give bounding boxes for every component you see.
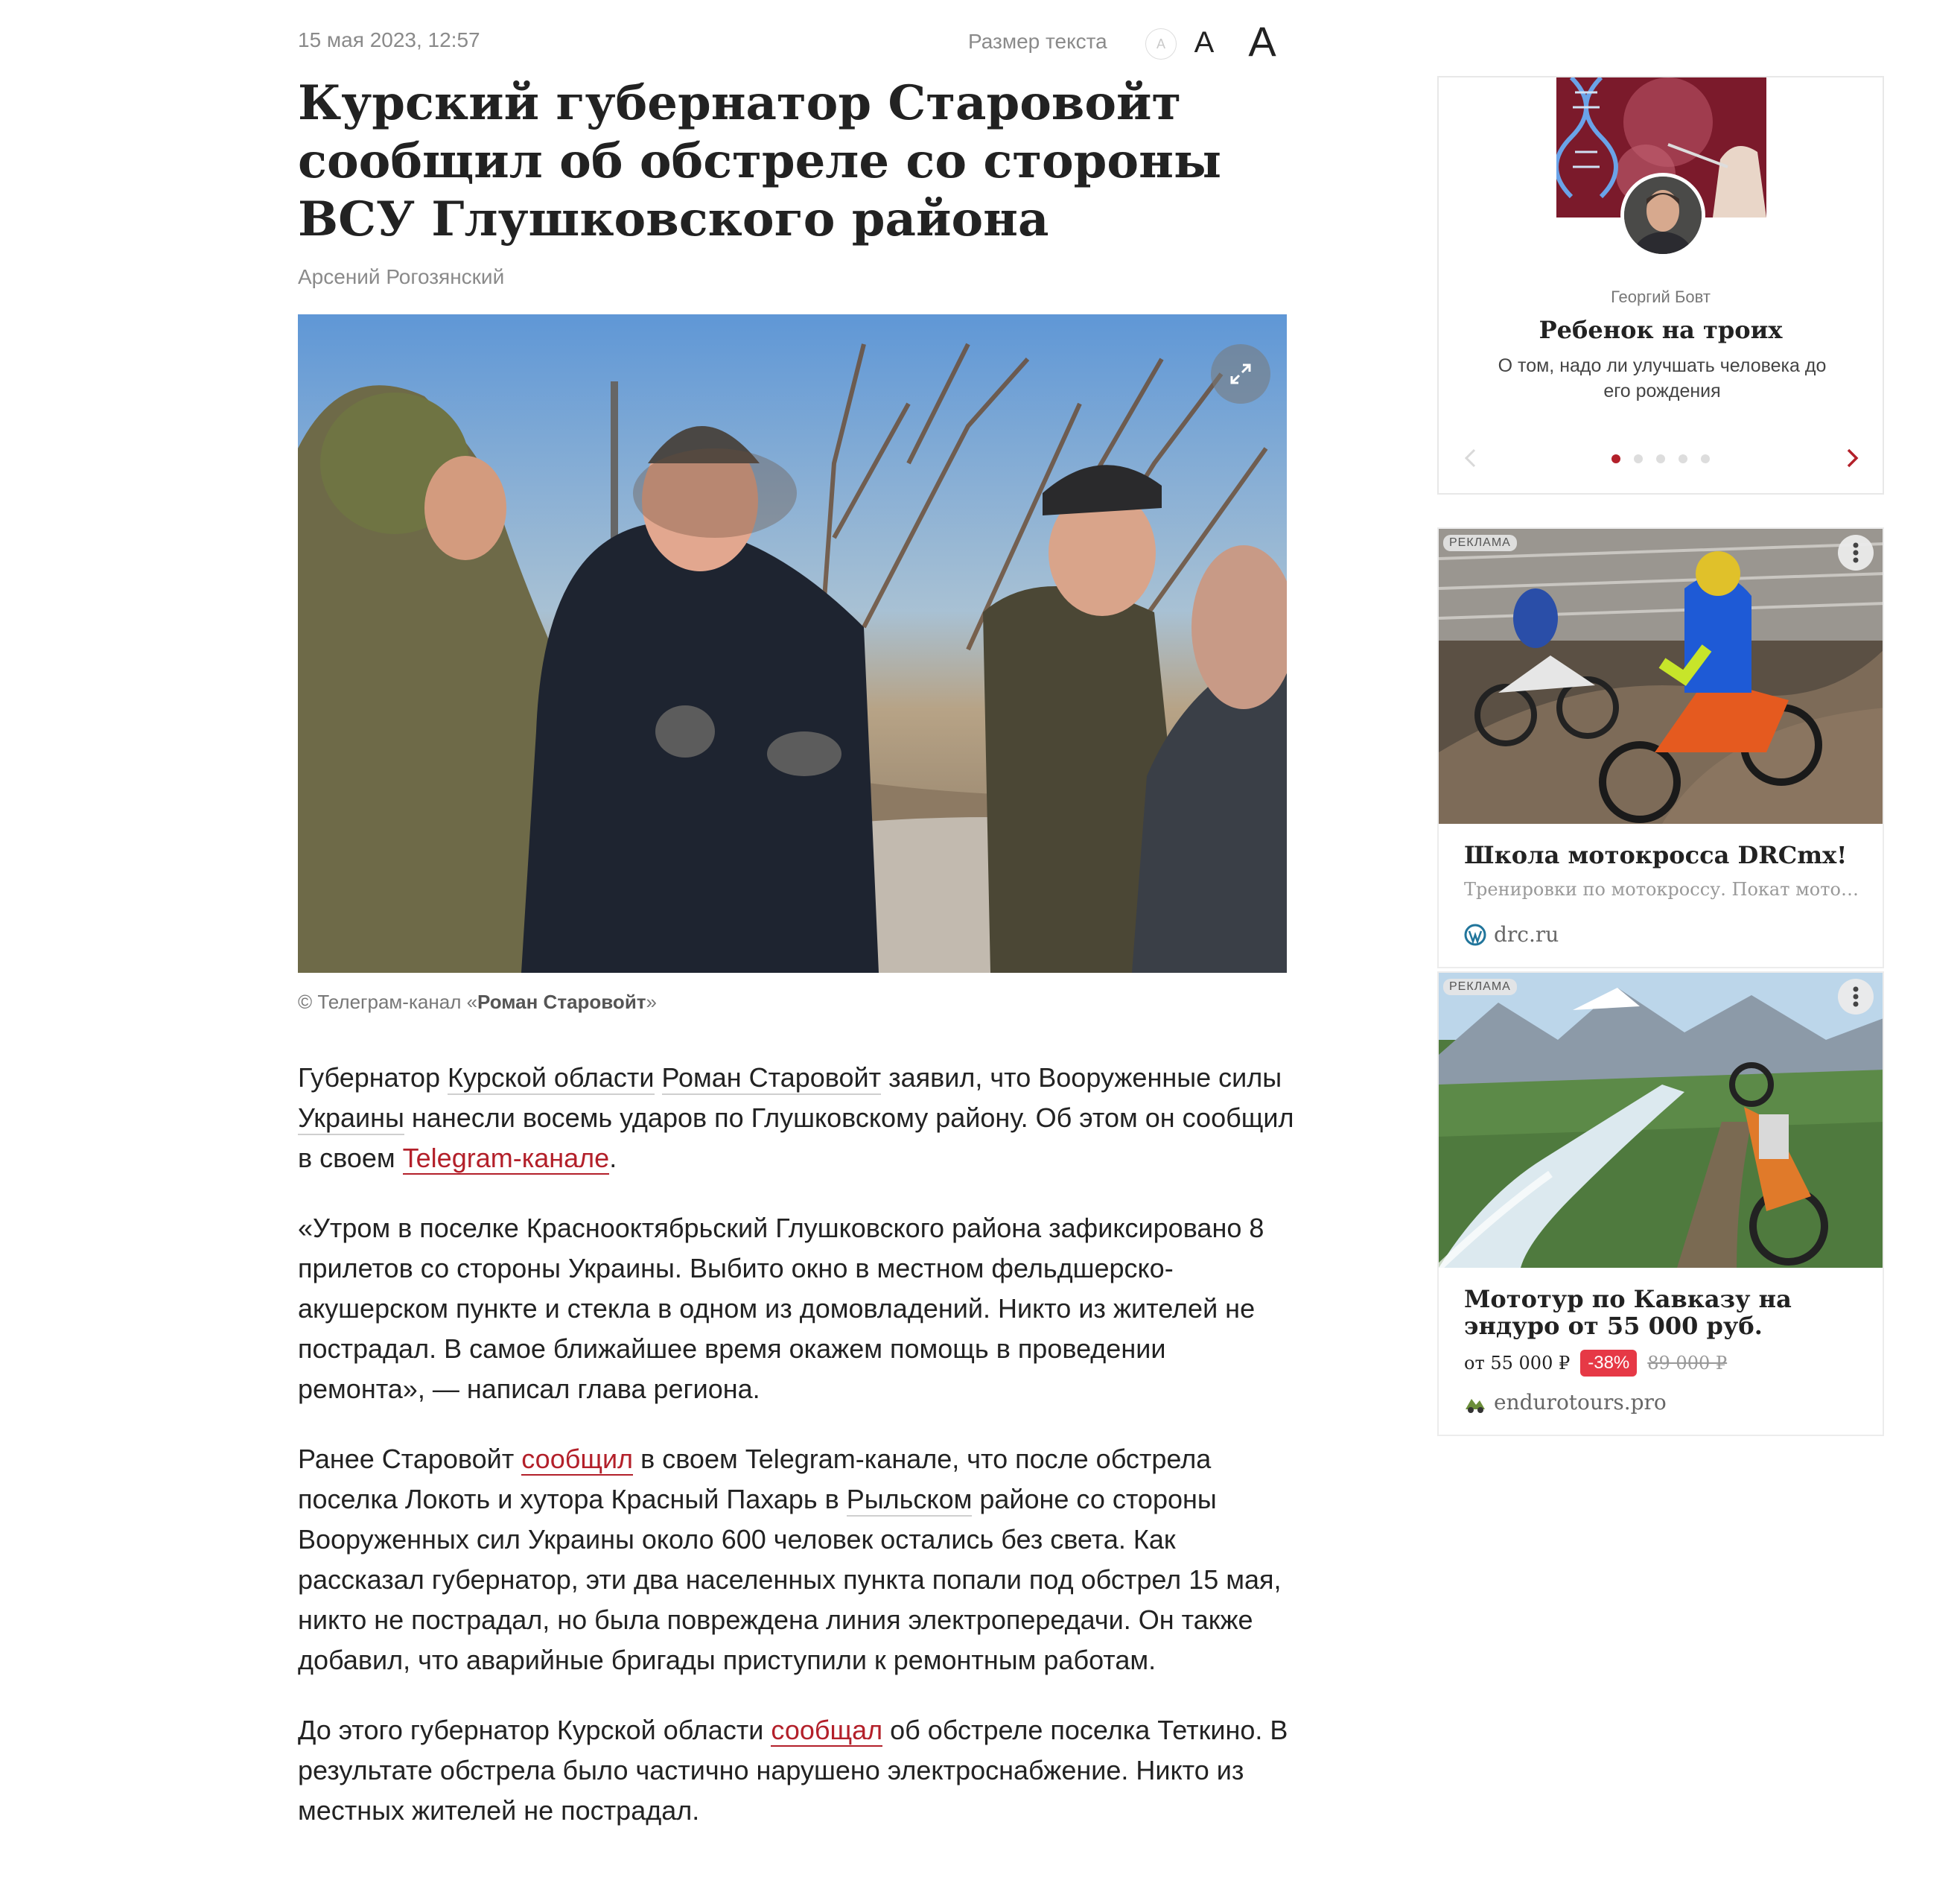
article-meta-row: 15 мая 2023, 12:57 Размер текста A A A: [298, 18, 1288, 73]
caption-suffix: »: [646, 991, 657, 1013]
carousel-dot[interactable]: [1701, 454, 1710, 463]
ad-discount-badge: -38%: [1580, 1350, 1638, 1377]
article-author[interactable]: Арсений Рогозянский: [298, 265, 504, 289]
motocross-illustration: [1439, 529, 1883, 824]
article-title: Курский губернатор Старовойт сообщил об …: [298, 75, 1222, 247]
article-body: Губернатор Курской области Роман Старово…: [298, 1058, 1296, 1861]
ad-menu-button[interactable]: [1838, 979, 1874, 1015]
text-size-large-button[interactable]: A: [1240, 16, 1285, 66]
p1-text: заявил, что Вооруженные силы: [881, 1062, 1282, 1093]
paragraph-3: Ранее Старовойт сообщил в своем Telegram…: [298, 1439, 1296, 1680]
ad-menu-button[interactable]: [1838, 535, 1874, 571]
enduro-site-icon: [1466, 1398, 1485, 1413]
more-vertical-icon: [1853, 542, 1859, 563]
opinion-carousel[interactable]: Георгий Бовт Ребенок на троих О том, над…: [1437, 76, 1884, 495]
opinion-subtitle: О том, надо ли улучшать человека до его …: [1498, 355, 1827, 401]
text-size-small-button[interactable]: A: [1145, 28, 1177, 60]
opinion-title[interactable]: Ребенок на троих: [1439, 316, 1883, 344]
carousel-dots: [1439, 454, 1883, 463]
ad-price-row: от 55 000 ₽ -38% 89 000 ₽: [1464, 1350, 1727, 1377]
link-reported[interactable]: сообщил: [521, 1444, 634, 1476]
photo-illustration: [298, 314, 1287, 973]
carousel-dot[interactable]: [1611, 454, 1620, 463]
ad-title[interactable]: Мототур по Кавказу на эндуро от 55 000 р…: [1464, 1286, 1866, 1339]
expand-photo-button[interactable]: [1211, 344, 1270, 404]
opinion-author[interactable]: Георгий Бовт: [1439, 288, 1883, 307]
link-reported-earlier[interactable]: сообщал: [771, 1715, 883, 1747]
paragraph-2: «Утром в поселке Краснооктябрьский Глушк…: [298, 1213, 1264, 1404]
expand-icon: [1230, 363, 1251, 384]
photo-caption: © Телеграм-канал «Роман Старовойт»: [298, 991, 657, 1014]
ad-card-enduro[interactable]: РЕКЛАМА Мототур по Кавказу на эндуро от …: [1437, 971, 1884, 1436]
publish-date: 15 мая 2023, 12:57: [298, 28, 480, 51]
ad-card-motocross[interactable]: РЕКЛАМА Школа мотокросса DRCmx! Трениров…: [1437, 527, 1884, 968]
link-ukraine[interactable]: Украины: [298, 1102, 404, 1135]
caption-source[interactable]: Роман Старовойт: [477, 991, 646, 1013]
ad-image[interactable]: [1439, 529, 1883, 824]
p1-text: .: [609, 1143, 617, 1173]
ad-title[interactable]: Школа мотокросса DRCmx!: [1464, 842, 1866, 869]
ad-domain[interactable]: drc.ru: [1494, 922, 1559, 947]
p1-text: [655, 1062, 662, 1093]
ad-old-price: 89 000 ₽: [1647, 1353, 1728, 1374]
p1-text: Губернатор: [298, 1062, 448, 1093]
carousel-dot[interactable]: [1656, 454, 1665, 463]
text-size-medium-button[interactable]: A: [1188, 24, 1221, 61]
author-photo: [1624, 177, 1702, 254]
more-vertical-icon: [1853, 986, 1859, 1007]
chevron-right-icon: [1847, 448, 1859, 468]
carousel-dot[interactable]: [1679, 454, 1687, 463]
ad-domain[interactable]: endurotours.pro: [1494, 1390, 1667, 1415]
ad-badge: РЕКЛАМА: [1443, 979, 1517, 995]
link-kursk-region[interactable]: Курской области: [448, 1062, 655, 1095]
link-roman-starovoit[interactable]: Роман Старовойт: [661, 1062, 882, 1095]
p4-text: До этого губернатор Курской области: [298, 1715, 771, 1745]
link-rylsk[interactable]: Рыльском: [846, 1484, 973, 1517]
article-photo[interactable]: [298, 314, 1287, 973]
ad-image[interactable]: [1439, 973, 1883, 1268]
ad-price: от 55 000 ₽: [1464, 1353, 1571, 1374]
carousel-next-button[interactable]: [1841, 447, 1863, 469]
ad-domain-row[interactable]: endurotours.pro: [1464, 1390, 1667, 1415]
caption-prefix: © Телеграм-канал «: [298, 991, 478, 1013]
ad-domain-row[interactable]: drc.ru: [1464, 922, 1559, 947]
enduro-illustration: [1439, 973, 1883, 1268]
p3-text: Ранее Старовойт: [298, 1444, 522, 1474]
wordpress-icon: [1464, 924, 1486, 945]
paragraph-4: До этого губернатор Курской области сооб…: [298, 1710, 1296, 1831]
carousel-dot[interactable]: [1634, 454, 1643, 463]
author-avatar[interactable]: [1620, 173, 1705, 258]
ad-badge: РЕКЛАМА: [1443, 535, 1517, 551]
ad-description[interactable]: Тренировки по мотокроссу. Покат мотоцик.…: [1464, 879, 1866, 900]
paragraph-1: Губернатор Курской области Роман Старово…: [298, 1058, 1296, 1178]
link-telegram-channel[interactable]: Telegram-канале: [402, 1143, 610, 1175]
text-size-label: Размер текста: [968, 30, 1107, 53]
